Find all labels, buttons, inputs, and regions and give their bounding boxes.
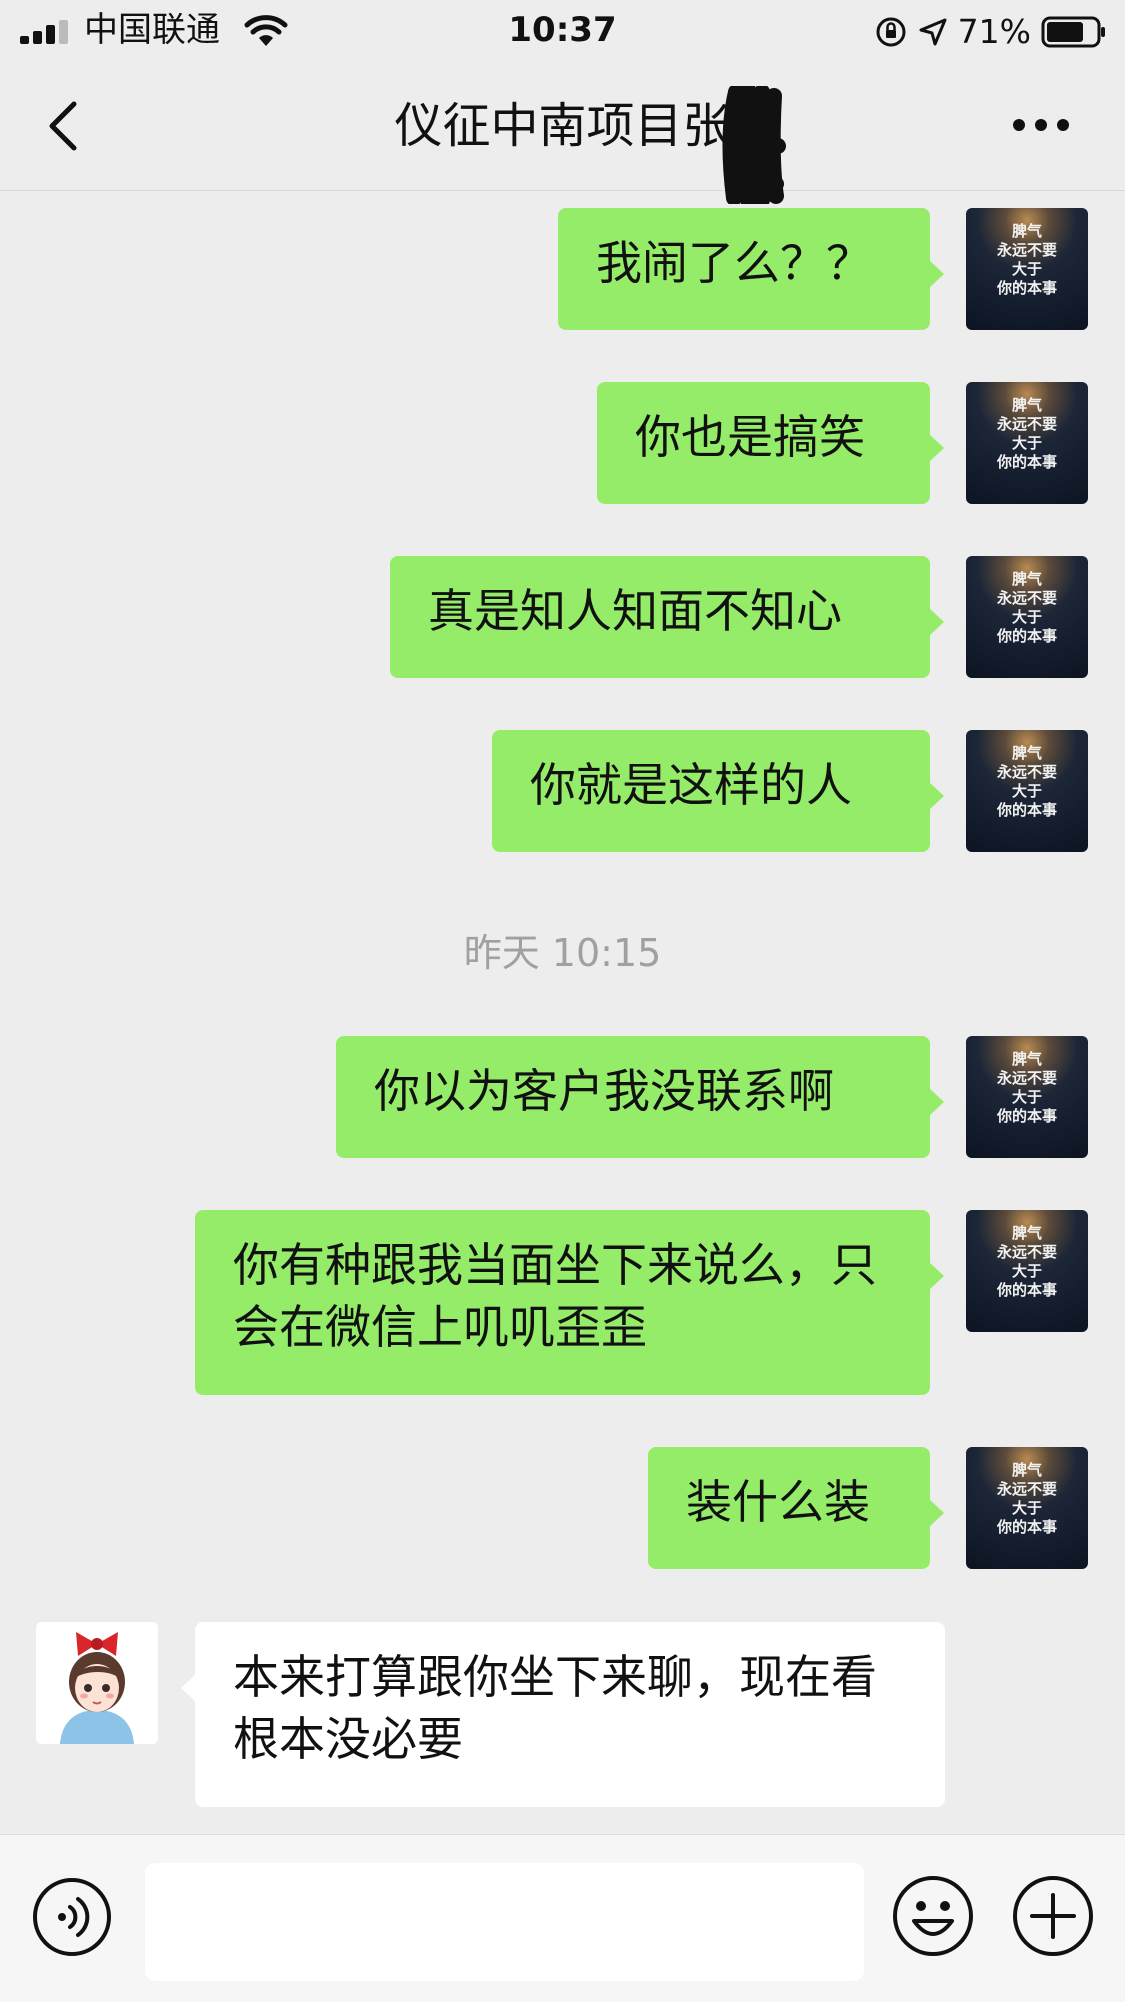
bubble-tail [929, 782, 944, 810]
message-bubble[interactable]: 你就是这样的人 [492, 730, 944, 852]
message-text: 装什么装 [686, 1475, 870, 1529]
bubble-tail [929, 608, 944, 636]
bubble-tail [929, 1499, 944, 1527]
my-avatar[interactable]: 脾气 永远不要 大于 你的本事 [966, 208, 1088, 330]
message-text: 我闹了么？？ [596, 236, 872, 290]
message-text: 你就是这样的人 [530, 758, 852, 812]
redaction-scribble [722, 86, 786, 204]
my-avatar[interactable]: 脾气 永远不要 大于 你的本事 [966, 1447, 1088, 1569]
emoji-icon[interactable] [892, 1875, 974, 1957]
message-text: 你有种跟我当面坐下来说么，只会在微信上叽叽歪歪 [233, 1238, 877, 1354]
my-avatar[interactable]: 脾气 永远不要 大于 你的本事 [966, 1210, 1088, 1332]
voice-icon[interactable] [32, 1877, 112, 1957]
plus-icon[interactable] [1012, 1875, 1094, 1957]
more-dots-icon[interactable] [1012, 118, 1070, 132]
my-avatar[interactable]: 脾气 永远不要 大于 你的本事 [966, 1036, 1088, 1158]
message-bubble[interactable]: 你以为客户我没联系啊 [336, 1036, 944, 1158]
my-avatar[interactable]: 脾气 永远不要 大于 你的本事 [966, 730, 1088, 852]
message-text: 你也是搞笑 [635, 410, 865, 464]
message-bubble[interactable]: 真是知人知面不知心 [390, 556, 944, 678]
chat-header: 仪征中南项目张 [0, 62, 1125, 204]
time-divider: 昨天 10:15 [463, 931, 662, 975]
battery-icon [1041, 16, 1105, 48]
bubble-tail [181, 1674, 196, 1702]
message-text: 你以为客户我没联系啊 [374, 1064, 834, 1118]
chat-title: 仪征中南项目张 [394, 98, 731, 154]
input-bar [0, 1834, 1125, 2002]
bubble-tail [929, 260, 944, 288]
bubble-tail [929, 1262, 944, 1290]
bubble-tail [929, 434, 944, 462]
contact-avatar-illustration [36, 1622, 158, 1744]
message-bubble[interactable]: 装什么装 [648, 1447, 944, 1569]
bubble-tail [929, 1088, 944, 1116]
my-avatar[interactable]: 脾气 永远不要 大于 你的本事 [966, 556, 1088, 678]
avatar-quote: 脾气 永远不要 大于 你的本事 [996, 1461, 1057, 1536]
status-bar: 中国联通 10:37 71% [0, 0, 1125, 62]
avatar-quote: 脾气 永远不要 大于 你的本事 [996, 1050, 1057, 1125]
avatar-quote: 脾气 永远不要 大于 你的本事 [996, 396, 1057, 471]
message-bubble[interactable]: 你也是搞笑 [597, 382, 944, 504]
message-bubble[interactable]: 我闹了么？？ [558, 208, 944, 330]
avatar-quote: 脾气 永远不要 大于 你的本事 [996, 570, 1057, 645]
my-avatar[interactable]: 脾气 永远不要 大于 你的本事 [966, 382, 1088, 504]
status-right-group: 71% [874, 12, 1107, 52]
battery-percent: 71% [957, 12, 1031, 51]
message-bubble[interactable]: 你有种跟我当面坐下来说么，只会在微信上叽叽歪歪 [195, 1210, 944, 1395]
message-text: 本来打算跟你坐下来聊，现在看根本没必要 [233, 1650, 877, 1766]
contact-avatar[interactable] [36, 1622, 158, 1744]
message-bubble[interactable]: 本来打算跟你坐下来聊，现在看根本没必要 [181, 1622, 945, 1807]
message-text: 真是知人知面不知心 [428, 584, 842, 638]
avatar-quote: 脾气 永远不要 大于 你的本事 [996, 222, 1057, 297]
location-arrow-icon [919, 18, 947, 46]
orientation-lock-icon [876, 17, 906, 47]
avatar-quote: 脾气 永远不要 大于 你的本事 [996, 744, 1057, 819]
avatar-quote: 脾气 永远不要 大于 你的本事 [996, 1224, 1057, 1299]
message-input[interactable] [145, 1863, 864, 1981]
